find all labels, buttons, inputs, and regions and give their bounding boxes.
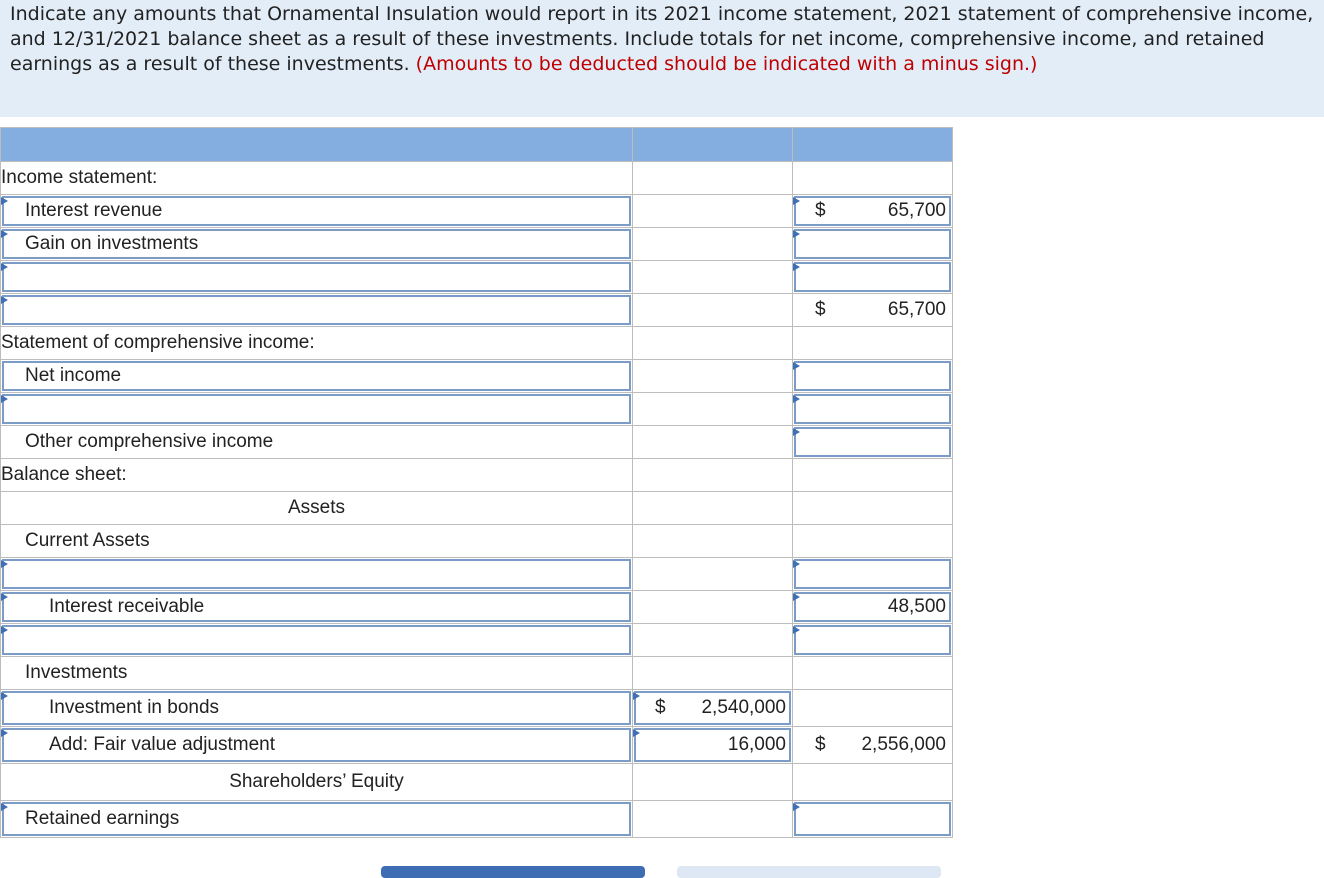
dollar-sign: $ bbox=[815, 734, 826, 755]
question-prompt: Indicate any amounts that Ornamental Ins… bbox=[0, 0, 1324, 117]
answer-table: Income statement: Interest revenue $65,7… bbox=[0, 127, 953, 838]
balance-sheet-heading: Balance sheet: bbox=[1, 464, 127, 485]
dropdown-flag-icon bbox=[793, 362, 800, 370]
dropdown-flag-icon bbox=[793, 263, 800, 271]
table-row bbox=[0, 623, 953, 657]
assets-heading: Assets bbox=[287, 497, 346, 518]
dropdown-flag-icon bbox=[633, 729, 640, 737]
dropdown-flag-icon bbox=[1, 626, 8, 634]
retained-earnings-label: Retained earnings bbox=[25, 808, 180, 829]
investments-total-amount: 2,556,000 bbox=[861, 734, 946, 755]
dropdown-flag-icon bbox=[1, 729, 8, 737]
table-row: Current Assets bbox=[0, 524, 953, 558]
current-assets-label: Current Assets bbox=[25, 530, 150, 551]
dollar-sign: $ bbox=[815, 299, 826, 320]
amount-input[interactable] bbox=[794, 229, 951, 259]
soci-heading: Statement of comprehensive income: bbox=[1, 332, 315, 353]
table-row bbox=[0, 392, 953, 426]
table-row: Net income bbox=[0, 359, 953, 393]
amount-input[interactable] bbox=[794, 625, 951, 655]
table-row: Interest revenue $65,700 bbox=[0, 194, 953, 228]
line-item-select[interactable] bbox=[2, 625, 631, 655]
table-row: $65,700 bbox=[0, 293, 953, 327]
line-item-select[interactable] bbox=[2, 559, 631, 589]
dropdown-flag-icon bbox=[1, 296, 8, 304]
income-statement-heading: Income statement: bbox=[1, 167, 158, 188]
shareholders-equity-heading: Shareholders’ Equity bbox=[229, 771, 404, 792]
table-row: Investment in bonds $2,540,000 bbox=[0, 689, 953, 727]
interest-receivable-amount: 48,500 bbox=[887, 596, 946, 617]
table-row: Other comprehensive income bbox=[0, 425, 953, 459]
amount-input[interactable] bbox=[794, 262, 951, 292]
investment-in-bonds-amount: 2,540,000 bbox=[701, 697, 786, 718]
dropdown-flag-icon bbox=[793, 560, 800, 568]
dropdown-flag-icon bbox=[793, 626, 800, 634]
dropdown-flag-icon bbox=[1, 593, 8, 601]
net-income-total-amount: 65,700 bbox=[887, 299, 946, 320]
table-row: Assets bbox=[0, 491, 953, 525]
dropdown-flag-icon bbox=[1, 197, 8, 205]
table-row: Interest receivable 48,500 bbox=[0, 590, 953, 624]
interest-receivable-label: Interest receivable bbox=[49, 596, 205, 617]
table-row: Balance sheet: bbox=[0, 458, 953, 492]
dollar-sign: $ bbox=[655, 697, 666, 718]
table-row: Shareholders’ Equity bbox=[0, 763, 953, 801]
table-header-row bbox=[0, 127, 953, 162]
line-item-select[interactable] bbox=[2, 394, 631, 424]
table-row: Gain on investments bbox=[0, 227, 953, 261]
dollar-sign: $ bbox=[815, 200, 826, 221]
gain-on-investments-label: Gain on investments bbox=[25, 233, 199, 254]
prompt-note: (Amounts to be deducted should be indica… bbox=[415, 53, 1038, 75]
dropdown-flag-icon bbox=[1, 803, 8, 811]
table-row: Add: Fair value adjustment 16,000 $2,556… bbox=[0, 726, 953, 764]
oci-label: Other comprehensive income bbox=[25, 431, 274, 452]
amount-input[interactable] bbox=[794, 559, 951, 589]
dropdown-flag-icon bbox=[1, 692, 8, 700]
amount-input[interactable] bbox=[794, 361, 951, 391]
dropdown-flag-icon bbox=[633, 692, 640, 700]
dropdown-flag-icon bbox=[793, 593, 800, 601]
amount-input[interactable] bbox=[794, 394, 951, 424]
net-income-label: Net income bbox=[25, 365, 122, 386]
dropdown-flag-icon bbox=[1, 395, 8, 403]
table-row: Retained earnings bbox=[0, 800, 953, 838]
line-item-select[interactable] bbox=[2, 262, 631, 292]
interest-revenue-label: Interest revenue bbox=[25, 200, 163, 221]
secondary-button[interactable] bbox=[677, 866, 941, 878]
interest-revenue-amount: 65,700 bbox=[887, 200, 946, 221]
table-row: Income statement: bbox=[0, 161, 953, 195]
fair-value-adjustment-label: Add: Fair value adjustment bbox=[49, 734, 276, 755]
investment-in-bonds-label: Investment in bonds bbox=[49, 697, 220, 718]
dropdown-flag-icon bbox=[793, 803, 800, 811]
table-row bbox=[0, 557, 953, 591]
fair-value-adjustment-amount: 16,000 bbox=[727, 734, 786, 755]
dropdown-flag-icon bbox=[793, 197, 800, 205]
amount-input[interactable] bbox=[794, 427, 951, 457]
dropdown-flag-icon bbox=[1, 230, 8, 238]
dropdown-flag-icon bbox=[793, 395, 800, 403]
amount-input[interactable] bbox=[794, 802, 951, 836]
table-row bbox=[0, 260, 953, 294]
dropdown-flag-icon bbox=[793, 428, 800, 436]
investments-label: Investments bbox=[25, 662, 128, 683]
table-row: Statement of comprehensive income: bbox=[0, 326, 953, 360]
dropdown-flag-icon bbox=[1, 560, 8, 568]
total-label-input[interactable] bbox=[2, 295, 631, 325]
primary-button[interactable] bbox=[381, 866, 645, 878]
dropdown-flag-icon bbox=[1, 263, 8, 271]
table-row: Investments bbox=[0, 656, 953, 690]
dropdown-flag-icon bbox=[793, 230, 800, 238]
